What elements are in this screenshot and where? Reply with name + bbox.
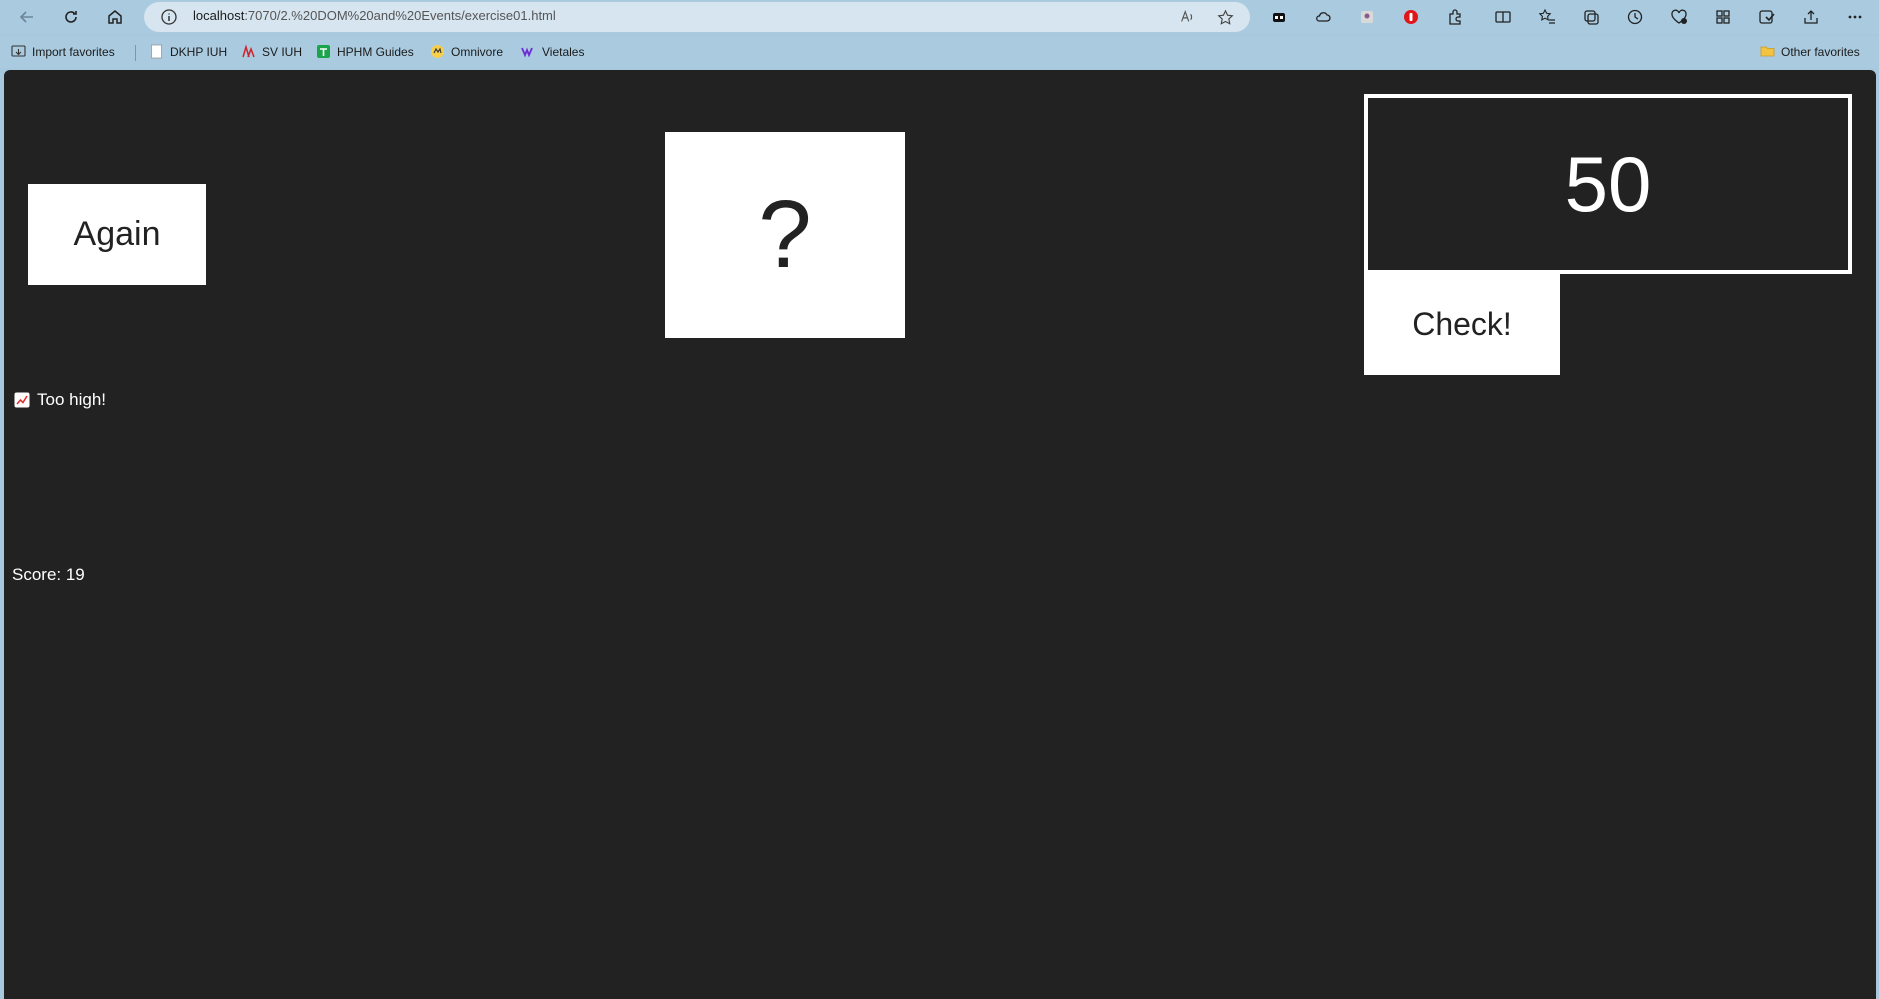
secret-number-box: ? — [665, 132, 905, 338]
apps-grid-icon — [1716, 10, 1730, 24]
score-label: Score: 19 — [12, 565, 85, 584]
folder-icon — [1760, 44, 1775, 59]
puzzle-icon — [1449, 9, 1461, 25]
favorites-bar: Import favorites DKHP IUH SV IUH HPHM Gu… — [0, 36, 1879, 68]
page-icon — [149, 44, 164, 59]
extension-button-1[interactable] — [1266, 4, 1292, 30]
feedback-text: Too high! — [37, 390, 106, 409]
favorites-list-icon — [1538, 8, 1555, 24]
vietales-icon — [521, 44, 536, 59]
favorite-star-icon[interactable] — [1215, 7, 1235, 27]
guess-input[interactable] — [1364, 94, 1852, 274]
collections-icon — [1584, 10, 1599, 25]
favorite-vietales[interactable]: Vietales — [521, 44, 584, 59]
extension-button-3[interactable] — [1354, 4, 1380, 30]
adblock-icon — [1404, 10, 1418, 24]
split-screen-icon — [1495, 11, 1511, 23]
again-button[interactable]: Again — [28, 184, 206, 285]
heart-pulse-icon — [1671, 9, 1687, 24]
favorite-dkhp-iuh[interactable]: DKHP IUH — [149, 44, 227, 59]
refresh-icon — [65, 11, 77, 23]
import-icon — [11, 44, 26, 59]
read-aloud-icon[interactable] — [1177, 7, 1197, 27]
omnivore-icon — [430, 44, 445, 59]
chart-increasing-icon — [14, 392, 30, 408]
workspaces-icon — [1759, 10, 1775, 24]
url-text: localhost:7070/2.%20DOM%20and%20Events/e… — [193, 8, 556, 23]
profile-extension-icon — [1361, 11, 1373, 23]
settings-menu-button[interactable] — [1842, 4, 1868, 30]
performance-button[interactable] — [1666, 4, 1692, 30]
favorite-import[interactable]: Import favorites — [11, 44, 115, 59]
favorite-hphm-guides[interactable]: HPHM Guides — [316, 44, 414, 59]
other-favorites[interactable]: Other favorites — [1760, 44, 1860, 59]
extension-button-2[interactable] — [1310, 4, 1336, 30]
browser-toolbar: localhost:7070/2.%20DOM%20and%20Events/e… — [0, 0, 1879, 34]
favorite-omnivore[interactable]: Omnivore — [430, 44, 503, 59]
favorite-sv-iuh[interactable]: SV IUH — [241, 44, 302, 59]
share-icon — [1804, 10, 1818, 24]
address-bar[interactable]: localhost:7070/2.%20DOM%20and%20Events/e… — [144, 2, 1250, 32]
check-button[interactable]: Check! — [1364, 273, 1560, 375]
feedback-message: Too high! — [14, 390, 106, 410]
history-icon — [1627, 9, 1643, 25]
collections-button[interactable] — [1578, 4, 1604, 30]
history-button[interactable] — [1622, 4, 1648, 30]
home-icon — [108, 10, 122, 24]
favorites-button[interactable] — [1534, 4, 1560, 30]
favorites-separator — [135, 45, 136, 61]
back-arrow-icon — [19, 11, 33, 23]
apps-button[interactable] — [1710, 4, 1736, 30]
mask-icon — [1273, 13, 1285, 22]
share-button[interactable] — [1798, 4, 1824, 30]
workspaces-button[interactable] — [1754, 4, 1780, 30]
site-info-icon[interactable] — [160, 8, 178, 26]
home-button[interactable] — [102, 4, 128, 30]
cloud-icon — [1316, 12, 1331, 22]
refresh-button[interactable] — [58, 4, 84, 30]
iuh-logo-icon — [241, 44, 256, 59]
back-button[interactable] — [14, 4, 40, 30]
extension-button-4[interactable] — [1398, 4, 1424, 30]
extensions-button[interactable] — [1442, 4, 1468, 30]
more-dots-icon — [1848, 15, 1862, 19]
green-tile-icon — [316, 44, 331, 59]
game-page: Again ? Check! Too high! Score: 19 — [4, 70, 1876, 999]
split-screen-button[interactable] — [1490, 4, 1516, 30]
